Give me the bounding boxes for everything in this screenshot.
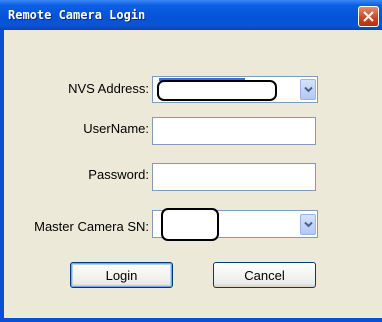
redacted-value bbox=[161, 208, 219, 241]
username-input[interactable] bbox=[152, 117, 316, 145]
master-camera-sn-label: Master Camera SN: bbox=[34, 219, 149, 234]
window-frame-left bbox=[0, 30, 4, 322]
master-camera-sn-select[interactable] bbox=[152, 208, 318, 241]
dropdown-button[interactable] bbox=[300, 214, 316, 235]
close-button[interactable] bbox=[358, 6, 379, 27]
window-frame-bottom bbox=[0, 318, 382, 322]
redacted-value bbox=[157, 80, 277, 101]
password-input[interactable] bbox=[152, 163, 316, 191]
close-icon bbox=[363, 11, 374, 22]
title-bar[interactable]: Remote Camera Login bbox=[0, 0, 382, 30]
username-label: UserName: bbox=[83, 121, 149, 136]
login-button[interactable]: Login bbox=[70, 262, 173, 288]
cancel-button[interactable]: Cancel bbox=[213, 262, 316, 288]
nvs-address-label: NVS Address: bbox=[68, 81, 149, 96]
window-title: Remote Camera Login bbox=[8, 8, 146, 22]
chevron-down-icon bbox=[304, 86, 313, 93]
dropdown-button[interactable] bbox=[300, 79, 316, 100]
chevron-down-icon bbox=[304, 221, 313, 228]
password-label: Password: bbox=[88, 167, 149, 182]
nvs-address-select[interactable] bbox=[152, 76, 318, 103]
